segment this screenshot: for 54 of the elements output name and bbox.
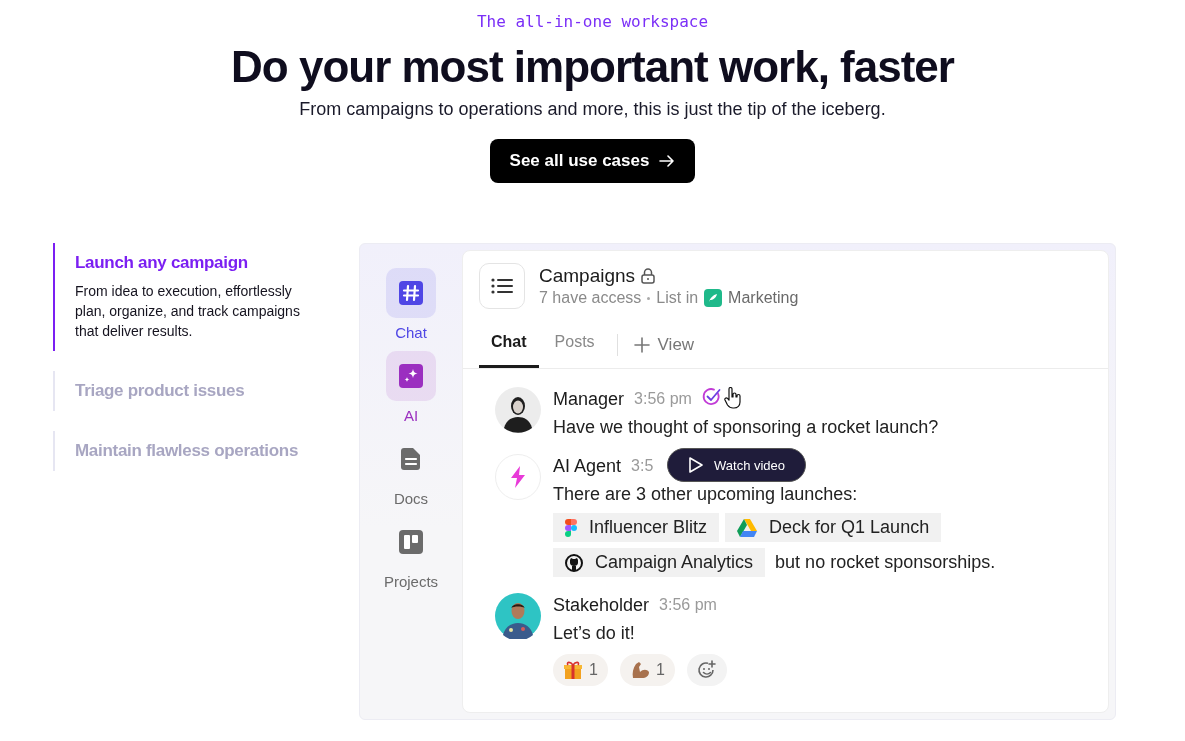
message-text: Have we thought of sponsoring a rocket launch? xyxy=(553,417,939,438)
use-case-title: Launch any campaign xyxy=(75,253,249,273)
message-time: 3:56 pm xyxy=(659,596,717,614)
message-time: 3:5 xyxy=(631,457,654,475)
use-case-title: Maintain flawless operations xyxy=(75,441,300,461)
use-case-title: Triage product issues xyxy=(75,381,246,401)
space-link[interactable]: Marketing xyxy=(728,289,799,307)
add-emoji-icon xyxy=(696,660,717,680)
nav-label[interactable]: Docs xyxy=(393,490,429,507)
attachment-chip[interactable]: Deck for Q1 Launch xyxy=(725,513,942,542)
nav-label[interactable]: AI xyxy=(403,407,419,424)
board-icon xyxy=(399,530,423,554)
nav-label[interactable]: Chat xyxy=(395,324,427,341)
cat-logo-icon xyxy=(565,553,583,572)
author-name: Manager xyxy=(553,388,625,410)
reaction-button[interactable]: 1 xyxy=(619,654,675,686)
gift-icon xyxy=(563,660,583,680)
attachment-chip[interactable]: Influencer Blitz xyxy=(553,513,720,542)
watch-video-button[interactable]: Watch video xyxy=(667,448,807,482)
triangle-icon xyxy=(737,518,758,537)
message-text: There are 3 other upcoming launches: xyxy=(553,484,859,505)
reaction-button[interactable]: 1 xyxy=(553,654,608,686)
nav-tile[interactable] xyxy=(386,351,436,401)
access-text: 7 have access xyxy=(539,289,642,307)
use-cases-button[interactable]: See all use cases xyxy=(489,139,696,183)
message-time: 3:56 pm xyxy=(634,390,692,408)
add-reaction-button[interactable] xyxy=(686,654,727,686)
eyebrow-text: The all-in-one workspace xyxy=(476,12,709,31)
add-view-button[interactable]: View xyxy=(627,334,701,355)
feather-icon xyxy=(704,289,723,307)
hashtag-icon xyxy=(399,281,423,305)
use-case-tab[interactable]: Launch any campaign From idea to execution, effortlessly plan, organize, and track campaigns that deliver results. xyxy=(53,243,315,351)
message-text: Let’s do it! xyxy=(553,623,636,644)
arrow-right-icon xyxy=(659,155,676,167)
location-label: List in xyxy=(656,289,699,307)
author-name: Stakeholder xyxy=(553,594,650,616)
headline: Do your most important work, faster xyxy=(231,41,954,93)
plus-icon xyxy=(633,336,650,353)
hand-cursor-icon xyxy=(723,387,742,409)
document-icon xyxy=(400,447,422,471)
sparkle-icon xyxy=(399,364,423,388)
attachment-chip[interactable]: Campaign Analytics xyxy=(553,548,766,577)
message-text: but no rocket sponsorships. xyxy=(775,552,996,573)
author-name: AI Agent xyxy=(553,455,622,477)
nav-tile[interactable] xyxy=(386,268,436,318)
view-tab[interactable]: Chat xyxy=(479,321,539,368)
play-icon xyxy=(688,456,704,474)
list-icon[interactable] xyxy=(479,263,525,309)
shapes-icon xyxy=(565,518,577,537)
list-title: Campaigns xyxy=(539,265,636,287)
use-case-description: From idea to execution, effortlessly plan, organize, and track campaigns that deliver results. xyxy=(75,282,301,341)
view-tab[interactable]: Posts xyxy=(542,321,607,368)
subheadline: From campaigns to operations and more, this is just the tip of the iceberg. xyxy=(299,99,886,120)
nav-label[interactable]: Projects xyxy=(383,573,439,590)
